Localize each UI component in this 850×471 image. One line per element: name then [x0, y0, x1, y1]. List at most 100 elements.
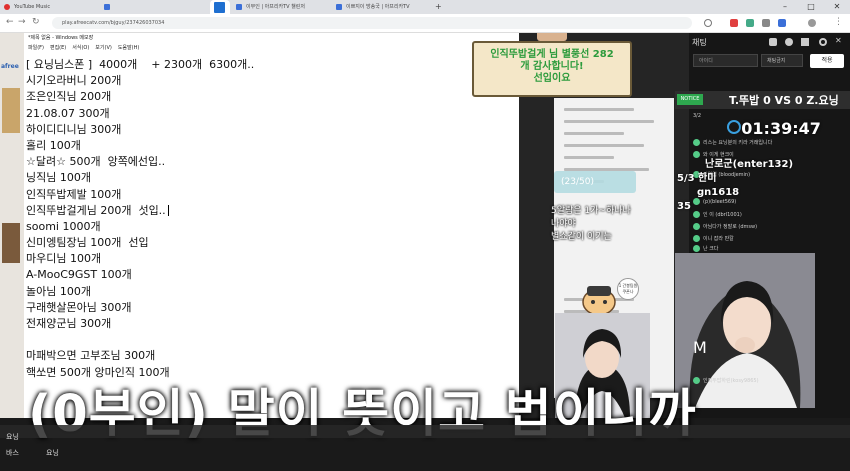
text-line: 닝직님 100개	[26, 171, 91, 185]
banner-line: 개 감사합니다!	[520, 61, 584, 72]
chat-row: 3/2	[693, 113, 701, 119]
text-cursor	[167, 205, 169, 217]
timer-value: 01:39:47	[741, 119, 821, 138]
chat-line	[564, 132, 624, 135]
tab-challenger[interactable]: 이부인 | 아프리카TV 챌린저	[232, 0, 332, 14]
chat-row: 인 이 (dbrl1001)	[693, 211, 742, 218]
chat-title: 채팅	[692, 38, 707, 47]
apply-button[interactable]: 적용	[810, 54, 844, 68]
text-line: 신미엥팀장님 100개 선입	[26, 236, 149, 250]
taskbar	[0, 425, 850, 438]
chat-nickname: 난로군(enter132)	[705, 159, 794, 170]
chat-row: 난 크다	[693, 245, 718, 252]
afreeca-logo: afree	[1, 63, 19, 70]
tab-label: 이부인 | 아프리카TV 챌린저	[246, 4, 305, 10]
left-strip: afree	[0, 33, 24, 471]
tab-label: YouTube Music	[14, 4, 51, 10]
afreeca-icon	[104, 4, 110, 10]
chat-nickname: gn1618	[697, 187, 740, 198]
menu-icon[interactable]: ⋮	[834, 17, 843, 27]
extension-icon[interactable]	[778, 19, 786, 27]
tab-active[interactable]	[210, 0, 230, 14]
action-select[interactable]: 채팅금지	[761, 54, 803, 67]
text-line: 놀아님 100개	[26, 284, 91, 298]
menu-view[interactable]: 보기(V)	[95, 44, 112, 53]
url-field[interactable]: play.afreecatv.com/bjguy/237426037034	[52, 17, 692, 29]
notepad-text-area[interactable]: [ 요닝님스폰 ] 4000개 + 2300개 6300개.. 시기오라버니 2…	[26, 57, 254, 381]
forward-icon[interactable]: →	[18, 17, 26, 27]
text-line: 전재양군님 300개	[26, 317, 112, 330]
text-line: 마우디님 100개	[26, 252, 102, 266]
avatar	[693, 211, 700, 218]
back-icon[interactable]: ←	[6, 17, 14, 27]
text-line: 21.08.07 300개	[26, 106, 110, 120]
chat-row: 이니 잡라 딴칼	[693, 235, 734, 242]
menu-file[interactable]: 파일(F)	[28, 44, 44, 53]
avatar	[693, 245, 700, 252]
text-line: 홀리 100개	[26, 138, 81, 152]
new-tab-button[interactable]: +	[432, 0, 446, 14]
text-line: 마패박으면 고부조님 300개	[26, 349, 156, 363]
notepad-title: *제목 없음 - Windows 메모장	[24, 33, 519, 43]
banner-line: 선입이요	[533, 73, 571, 84]
chat-line	[564, 156, 614, 159]
tab-broadcast[interactable]: 이쁘지이 방송국 | 아프리카TV	[332, 0, 432, 14]
taskbar-item[interactable]: 요닝	[6, 432, 19, 442]
thumbnail	[2, 88, 20, 133]
taskbar-item[interactable]: 요닝	[46, 448, 59, 458]
avatar	[693, 223, 700, 230]
window-controls: – □ ✕	[772, 0, 850, 14]
text-line: 인직뚜밥걸게님 200개 섯입..	[26, 203, 166, 217]
avatar	[693, 151, 700, 158]
overlay-line: 나야야	[551, 219, 576, 229]
extension-icon[interactable]	[762, 19, 770, 27]
close-icon[interactable]: ✕	[835, 37, 843, 45]
close-button[interactable]: ✕	[824, 0, 850, 14]
maximize-button[interactable]: □	[798, 0, 824, 14]
menu-edit[interactable]: 편집(E)	[50, 44, 66, 53]
notepad-menu: 파일(F) 편집(E) 서식(O) 보기(V) 도움말(H)	[24, 44, 139, 53]
user-id-input[interactable]: 아이디	[693, 54, 758, 67]
afreeca-icon	[214, 2, 225, 13]
chat-message: (p)(bleet569)	[703, 199, 737, 205]
chat-bubble-icon[interactable]	[769, 38, 777, 46]
afreeca-icon	[236, 4, 242, 10]
chat-message: 난 크다	[703, 246, 719, 252]
overlay-line: 별쇼같이 이기는	[551, 232, 612, 242]
chat-row: 아님다가 정말로 (dmsw)	[693, 223, 757, 230]
chair-letter: M	[693, 338, 707, 357]
people-icon[interactable]	[785, 38, 793, 46]
gear-icon[interactable]	[819, 38, 827, 46]
text-line: 하이디디니님 300개	[26, 122, 122, 136]
notice-tag: NOTICE	[677, 94, 703, 105]
reload-icon[interactable]: ↻	[32, 17, 40, 27]
menu-help[interactable]: 도움말(H)	[118, 44, 139, 53]
extension-icon[interactable]	[730, 19, 738, 27]
chat-message: 아님다가 정말로 (dmsw)	[703, 224, 758, 230]
chat-line	[564, 108, 634, 111]
address-bar-row: ← → ↻ play.afreecatv.com/bjguy/237426037…	[0, 14, 850, 33]
tab-afreeca-1[interactable]	[100, 0, 200, 14]
menu-format[interactable]: 서식(O)	[72, 44, 89, 53]
notepad-window: *제목 없음 - Windows 메모장 파일(F) 편집(E) 서식(O) 보…	[24, 33, 520, 418]
text-line: 조은인직님 200개	[26, 90, 112, 104]
tab-youtube-music[interactable]: YouTube Music	[0, 0, 100, 14]
star-icon[interactable]	[704, 19, 712, 27]
grid-icon[interactable]	[801, 38, 809, 46]
chat-message: 리스는 요닝분의 키라 거래입니다	[703, 140, 773, 146]
broadcast-timer: 01:39:47	[719, 119, 821, 138]
profile-icon[interactable]	[808, 19, 816, 27]
progress-label: (23/50)	[561, 177, 594, 187]
chat-row: (p)(bleet569)	[693, 198, 736, 205]
tab-label: 이쁘지이 방송국 | 아프리카TV	[346, 4, 410, 10]
extension-icon[interactable]	[746, 19, 754, 27]
chat-header: 채팅 ✕	[689, 33, 850, 51]
taskbar-item[interactable]: 바스	[6, 448, 19, 458]
chat-message: 인 이 (dbrl1001)	[703, 212, 742, 218]
chat-nickname: 35	[677, 201, 691, 212]
thumbnail	[2, 223, 20, 263]
afreeca-icon	[336, 4, 342, 10]
banner-line: 인직뚜밥걸게 님 별풍선 282	[490, 49, 614, 60]
donation-alert-banner: 인직뚜밥걸게 님 별풍선 282 개 감사합니다! 선입이요	[472, 41, 632, 97]
minimize-button[interactable]: –	[772, 0, 798, 14]
